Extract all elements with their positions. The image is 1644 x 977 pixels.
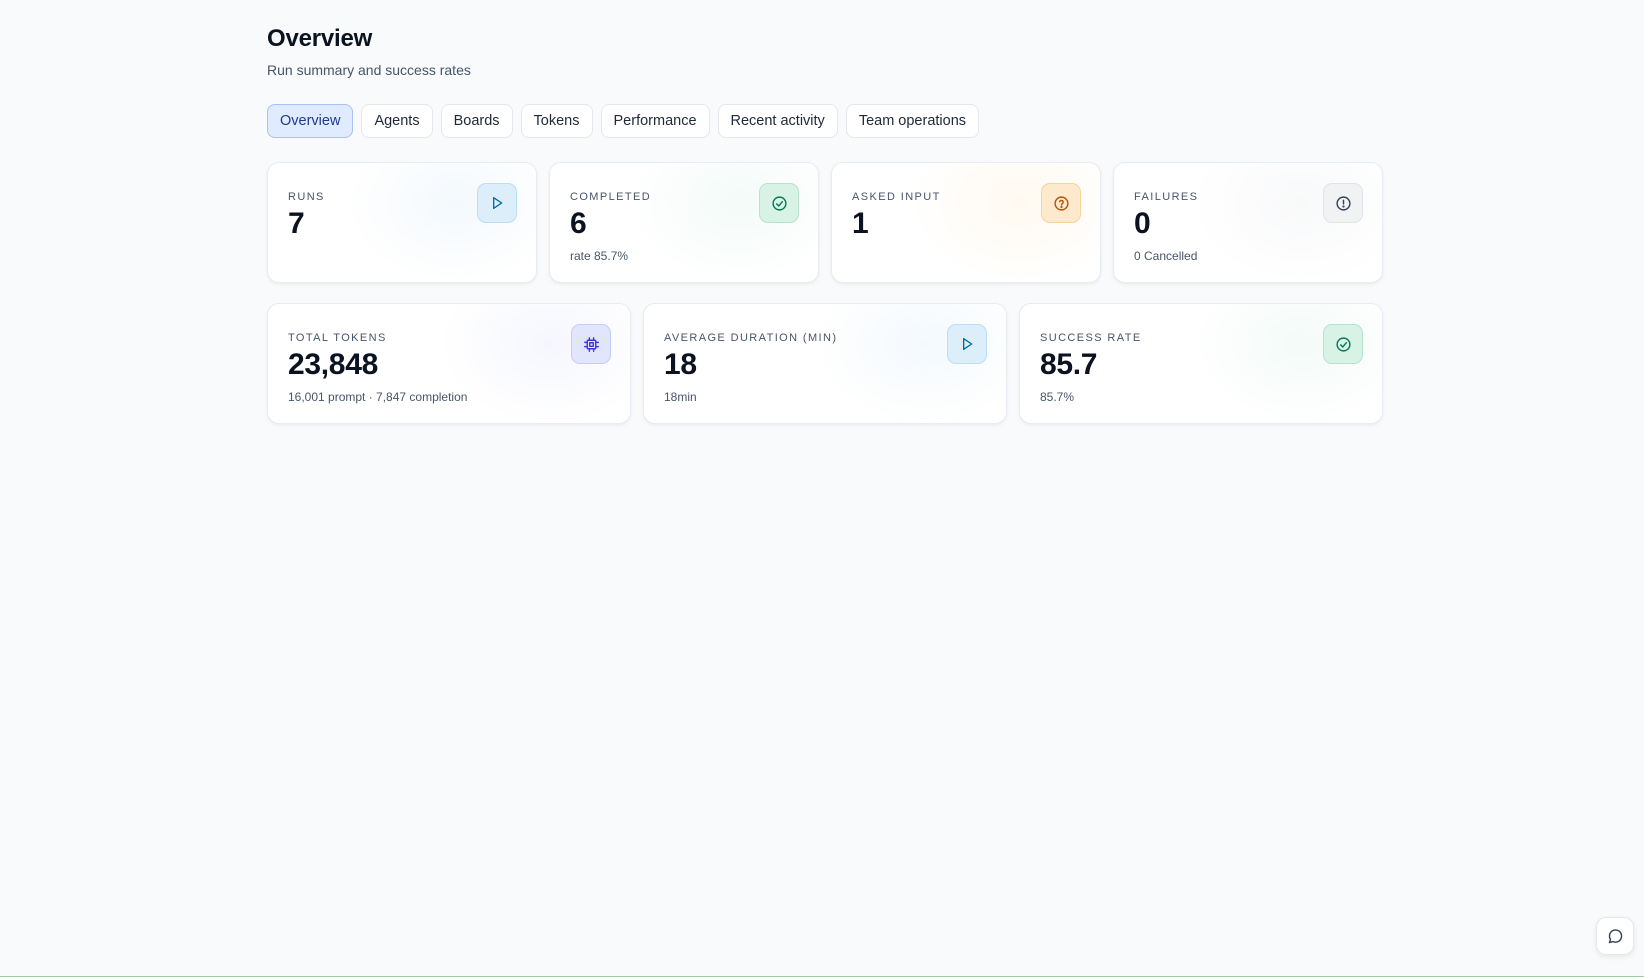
stat-card-asked-input: ASKED INPUT 1 [831, 162, 1101, 283]
cpu-icon [571, 324, 611, 364]
stat-card-runs: RUNS 7 [267, 162, 537, 283]
stat-subtext: 0 Cancelled [1134, 249, 1198, 263]
stat-subtext: 18min [664, 390, 697, 404]
stat-value: 6 [570, 207, 587, 240]
tab-performance[interactable]: Performance [600, 104, 710, 138]
stat-label: AVERAGE DURATION (MIN) [664, 332, 838, 344]
tab-boards[interactable]: Boards [440, 104, 513, 138]
chat-button[interactable] [1596, 917, 1634, 955]
stat-value: 1 [852, 207, 869, 240]
stat-value: 23,848 [288, 348, 378, 381]
tab-tokens[interactable]: Tokens [520, 104, 593, 138]
stat-label: FAILURES [1134, 191, 1199, 203]
stat-value: 18 [664, 348, 697, 381]
stat-card-failures: FAILURES 0 0 Cancelled [1113, 162, 1383, 283]
play-icon [947, 324, 987, 364]
stat-card-success-rate: SUCCESS RATE 85.7 85.7% [1019, 303, 1383, 424]
play-icon [477, 183, 517, 223]
stat-subtext: 16,001 prompt · 7,847 completion [288, 390, 468, 404]
tab-bar: Overview Agents Boards Tokens Performanc… [267, 104, 980, 138]
stat-card-total-tokens: TOTAL TOKENS 23,848 16,001 prompt · 7,84… [267, 303, 631, 424]
message-circle-icon [1608, 928, 1622, 943]
check-circle-icon [759, 183, 799, 223]
stat-label: COMPLETED [570, 191, 652, 203]
stat-label: SUCCESS RATE [1040, 332, 1142, 344]
alert-circle-icon [1323, 183, 1363, 223]
stat-card-average-duration: AVERAGE DURATION (MIN) 18 18min [643, 303, 1007, 424]
stat-subtext: 85.7% [1040, 390, 1075, 404]
stat-label: RUNS [288, 191, 325, 203]
stat-value: 0 [1134, 207, 1151, 240]
page-title: Overview [267, 25, 373, 52]
stat-label: ASKED INPUT [852, 191, 941, 203]
tab-recent-activity[interactable]: Recent activity [717, 104, 838, 138]
page-subtitle: Run summary and success rates [267, 62, 471, 78]
tab-overview[interactable]: Overview [267, 104, 354, 138]
stat-value: 85.7 [1040, 348, 1098, 381]
stat-subtext: rate 85.7% [570, 249, 629, 263]
help-circle-icon [1041, 183, 1081, 223]
stat-label: TOTAL TOKENS [288, 332, 387, 344]
tab-team-operations[interactable]: Team operations [845, 104, 980, 138]
stat-value: 7 [288, 207, 305, 240]
tab-agents[interactable]: Agents [361, 104, 433, 138]
stat-card-completed: COMPLETED 6 rate 85.7% [549, 162, 819, 283]
check-circle-icon [1323, 324, 1363, 364]
